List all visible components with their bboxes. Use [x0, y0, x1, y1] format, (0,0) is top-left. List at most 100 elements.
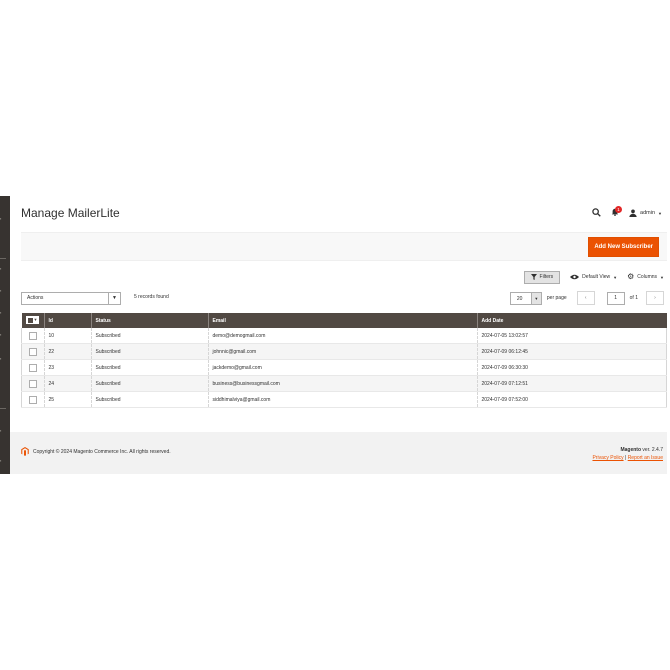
cell-status: Subscribed: [90, 375, 208, 392]
row-select-checkbox[interactable]: [28, 395, 37, 404]
sidebar-item-fragment[interactable]: ▪: [0, 216, 6, 221]
grid-controls: Filters Default View ▼ ⚙ Columns ▼: [523, 270, 664, 284]
row-select-cell: [21, 328, 44, 344]
notifications-bell-icon[interactable]: 1: [611, 206, 623, 218]
search-icon[interactable]: [592, 207, 601, 219]
per-page-select[interactable]: 20 ▼: [509, 291, 542, 305]
column-header-id[interactable]: Id: [43, 313, 91, 328]
mass-select-column-header[interactable]: ▼: [21, 313, 44, 328]
page-title: Manage MailerLite: [21, 206, 120, 220]
row-select-cell: [21, 359, 44, 376]
chevron-right-icon: ›: [654, 295, 656, 301]
default-view-label: Default View: [582, 274, 611, 280]
copyright: Copyright © 2024 Magento Commerce Inc. A…: [21, 447, 171, 456]
cell-id: 24: [43, 375, 91, 392]
table-row[interactable]: 24 Subscribed business@businessgmail.com…: [21, 375, 667, 392]
sidebar-item-fragment[interactable]: ▪: [0, 310, 6, 315]
cell-email: demo@demogmail.com: [207, 328, 477, 344]
gear-icon: ⚙: [627, 272, 635, 281]
records-found-count: 5 records found: [134, 294, 169, 300]
row-select-cell: [21, 391, 44, 408]
row-select-checkbox[interactable]: [28, 347, 37, 356]
table-row[interactable]: 25 Subscribed siddhimalviya@gmail.com 20…: [21, 391, 667, 408]
table-row[interactable]: 23 Subscribed jackdemo@gmail.com 2024-07…: [21, 359, 667, 376]
eye-icon: [570, 274, 580, 280]
cell-add-date: 2024-07-09 06:12:45: [476, 343, 667, 360]
columns-dropdown[interactable]: ⚙ Columns ▼: [627, 273, 664, 281]
page-footer: Copyright © 2024 Magento Commerce Inc. A…: [10, 432, 667, 474]
chevron-down-icon: ▼: [613, 274, 618, 280]
current-page-input[interactable]: 1: [606, 291, 625, 305]
notification-count-badge: 1: [615, 206, 623, 213]
row-select-cell: [21, 375, 44, 392]
actions-label: Actions: [27, 295, 44, 301]
chevron-down-icon: ▼: [530, 292, 541, 304]
row-select-cell: [21, 343, 44, 360]
mass-actions-select[interactable]: Actions ▼: [21, 292, 121, 305]
subscribers-grid: ▼ Id Status Email Add Date 10 Subscribed…: [21, 313, 667, 408]
header-actions: 1 admin ▼: [582, 206, 662, 219]
filters-label: Filters: [539, 274, 554, 280]
add-new-subscriber-button[interactable]: Add New Subscriber: [588, 237, 659, 257]
report-issue-link[interactable]: Report an Issue: [628, 455, 663, 461]
admin-username: admin: [640, 210, 656, 216]
pagination: 20 ▼ per page ‹ 1 of 1 ›: [509, 291, 664, 305]
cell-email: siddhimalviya@gmail.com: [207, 391, 477, 408]
cell-id: 22: [43, 343, 91, 360]
sidebar-item-fragment[interactable]: ▪: [0, 428, 6, 433]
column-header-email[interactable]: Email: [207, 313, 477, 328]
sidebar-divider: [0, 408, 6, 409]
version-text: ver. 2.4.7: [641, 447, 663, 453]
cell-id: 23: [43, 359, 91, 376]
sidebar-item-fragment[interactable]: ▪: [0, 266, 6, 271]
table-row[interactable]: 10 Subscribed demo@demogmail.com 2024-07…: [21, 328, 667, 344]
footer-meta: Magento ver. 2.4.7 Privacy Policy | Repo…: [592, 446, 663, 462]
cell-add-date: 2024-07-09 06:30:30: [476, 359, 667, 376]
cell-add-date: 2024-07-05 13:02:57: [476, 328, 667, 344]
privacy-policy-link[interactable]: Privacy Policy: [592, 455, 623, 461]
cell-add-date: 2024-07-09 07:12:51: [476, 375, 667, 392]
next-page-button[interactable]: ›: [646, 291, 664, 305]
per-page-value: 20: [516, 295, 523, 302]
magento-brand: Magento: [620, 447, 642, 453]
row-select-checkbox[interactable]: [28, 379, 37, 388]
cell-email: jackdemo@gmail.com: [207, 359, 477, 376]
table-row[interactable]: 22 Subscribed johnnic@gmail.com 2024-07-…: [21, 343, 667, 360]
sidebar-item-fragment[interactable]: ▪: [0, 288, 6, 293]
total-pages-label: of 1: [629, 295, 638, 301]
filters-button[interactable]: Filters: [523, 270, 561, 284]
user-icon: [629, 209, 637, 217]
columns-label: Columns: [637, 274, 658, 280]
cell-add-date: 2024-07-09 07:52:00: [476, 391, 667, 408]
cell-status: Subscribed: [90, 359, 208, 376]
chevron-down-icon: ▼: [660, 274, 664, 280]
sidebar-item-fragment[interactable]: ▪: [0, 458, 6, 463]
admin-sidebar: ▪ ▪ ▪ ▪ ▪ ▪ ▪ ▪: [0, 196, 10, 474]
previous-page-button[interactable]: ‹: [576, 291, 595, 305]
cell-id: 10: [43, 328, 91, 344]
row-select-checkbox[interactable]: [28, 363, 37, 372]
cell-email: johnnic@gmail.com: [207, 343, 477, 360]
per-page-label: per page: [546, 295, 567, 301]
sidebar-divider: [0, 258, 6, 259]
admin-user-menu[interactable]: admin ▼: [629, 209, 662, 217]
cell-status: Subscribed: [90, 328, 208, 344]
default-view-dropdown[interactable]: Default View ▼: [570, 274, 617, 280]
cell-id: 25: [43, 391, 91, 408]
chevron-down-icon: ▼: [658, 210, 662, 216]
link-separator: |: [624, 455, 627, 461]
chevron-down-icon: ▼: [108, 293, 120, 304]
copyright-text: Copyright © 2024 Magento Commerce Inc. A…: [33, 448, 171, 455]
column-header-add-date[interactable]: Add Date: [476, 313, 667, 328]
mass-select-checkbox[interactable]: ▼: [25, 316, 39, 325]
sidebar-item-fragment[interactable]: ▪: [0, 356, 6, 361]
page-actions-bar: Add New Subscriber: [21, 232, 667, 261]
chevron-left-icon: ‹: [584, 295, 587, 301]
column-header-status[interactable]: Status: [90, 313, 208, 328]
filter-icon: [530, 274, 537, 280]
sidebar-item-fragment[interactable]: ▪: [0, 332, 6, 337]
row-select-checkbox[interactable]: [28, 331, 37, 340]
cell-email: business@businessgmail.com: [207, 375, 477, 392]
cell-status: Subscribed: [90, 343, 208, 360]
chevron-down-icon: ▼: [33, 317, 38, 323]
